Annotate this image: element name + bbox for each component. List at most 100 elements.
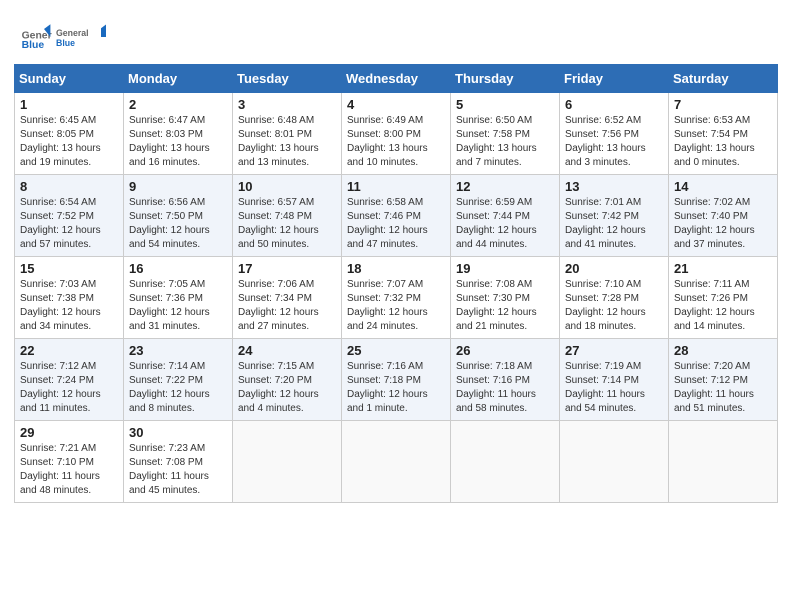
svg-text:Blue: Blue: [56, 38, 75, 48]
day-number: 7: [674, 97, 772, 112]
day-detail: Sunrise: 7:21 AMSunset: 7:10 PMDaylight:…: [20, 442, 118, 498]
calendar-day-cell: 13 Sunrise: 7:01 AMSunset: 7:42 PMDayligh…: [560, 175, 669, 257]
day-number: 3: [238, 97, 336, 112]
day-number: 27: [565, 343, 663, 358]
calendar-day-cell: 24 Sunrise: 7:15 AMSunset: 7:20 PMDayligh…: [233, 339, 342, 421]
calendar-day-cell: 23Sunrise: 7:14 AMSunset: 7:22 PMDayligh…: [124, 339, 233, 421]
day-detail: Sunrise: 7:08 AMSunset: 7:30 PMDaylight:…: [456, 278, 554, 334]
day-detail: Sunrise: 6:45 AMSunset: 8:05 PMDaylight:…: [20, 114, 118, 170]
day-number: 1: [20, 97, 118, 112]
calendar-day-cell: 4Sunrise: 6:49 AMSunset: 8:00 PMDaylight…: [342, 93, 451, 175]
calendar-day-cell: 19 Sunrise: 7:08 AMSunset: 7:30 PMDayligh…: [451, 257, 560, 339]
day-detail: Sunrise: 7:02 AMSunset: 7:40 PMDaylight:…: [674, 196, 772, 252]
day-detail: Sunrise: 7:15 AMSunset: 7:20 PMDaylight:…: [238, 360, 336, 416]
weekday-header-row: SundayMondayTuesdayWednesdayThursdayFrid…: [15, 65, 778, 93]
logo: General Blue General Blue: [20, 18, 106, 56]
day-detail: Sunrise: 6:52 AMSunset: 7:56 PMDaylight:…: [565, 114, 663, 170]
calendar-day-cell: 27 Sunrise: 7:19 AMSunset: 7:14 PMDayligh…: [560, 339, 669, 421]
day-detail: Sunrise: 7:07 AMSunset: 7:32 PMDaylight:…: [347, 278, 445, 334]
calendar-week-row: 8 Sunrise: 6:54 AMSunset: 7:52 PMDaylight…: [15, 175, 778, 257]
day-detail: Sunrise: 6:47 AMSunset: 8:03 PMDaylight:…: [129, 114, 227, 170]
day-number: 6: [565, 97, 663, 112]
calendar-week-row: 22Sunrise: 7:12 AMSunset: 7:24 PMDayligh…: [15, 339, 778, 421]
day-number: 8: [20, 179, 118, 194]
day-number: 5: [456, 97, 554, 112]
svg-text:General: General: [56, 28, 89, 38]
day-detail: Sunrise: 7:10 AMSunset: 7:28 PMDaylight:…: [565, 278, 663, 334]
weekday-header: Wednesday: [342, 65, 451, 93]
day-detail: Sunrise: 6:49 AMSunset: 8:00 PMDaylight:…: [347, 114, 445, 170]
day-detail: Sunrise: 7:05 AMSunset: 7:36 PMDaylight:…: [129, 278, 227, 334]
day-number: 14: [674, 179, 772, 194]
calendar-day-cell: 8 Sunrise: 6:54 AMSunset: 7:52 PMDaylight…: [15, 175, 124, 257]
day-number: 28: [674, 343, 772, 358]
calendar-day-cell: 5 Sunrise: 6:50 AMSunset: 7:58 PMDaylight…: [451, 93, 560, 175]
weekday-header: Sunday: [15, 65, 124, 93]
logo-graphic: General Blue: [56, 18, 106, 56]
day-detail: Sunrise: 7:19 AMSunset: 7:14 PMDaylight:…: [565, 360, 663, 416]
day-detail: Sunrise: 6:57 AMSunset: 7:48 PMDaylight:…: [238, 196, 336, 252]
day-number: 24: [238, 343, 336, 358]
calendar-day-cell: 15 Sunrise: 7:03 AMSunset: 7:38 PMDayligh…: [15, 257, 124, 339]
day-number: 2: [129, 97, 227, 112]
calendar-week-row: 15 Sunrise: 7:03 AMSunset: 7:38 PMDayligh…: [15, 257, 778, 339]
calendar-day-cell: 12Sunrise: 6:59 AMSunset: 7:44 PMDayligh…: [451, 175, 560, 257]
calendar-day-cell: 11Sunrise: 6:58 AMSunset: 7:46 PMDayligh…: [342, 175, 451, 257]
day-detail: Sunrise: 7:01 AMSunset: 7:42 PMDaylight:…: [565, 196, 663, 252]
calendar-day-cell: 25 Sunrise: 7:16 AMSunset: 7:18 PMDayligh…: [342, 339, 451, 421]
calendar-day-cell: 20 Sunrise: 7:10 AMSunset: 7:28 PMDayligh…: [560, 257, 669, 339]
calendar-day-cell: [342, 421, 451, 503]
day-detail: Sunrise: 7:23 AMSunset: 7:08 PMDaylight:…: [129, 442, 227, 498]
calendar-day-cell: [669, 421, 778, 503]
calendar-day-cell: [233, 421, 342, 503]
day-number: 22: [20, 343, 118, 358]
day-detail: Sunrise: 7:14 AMSunset: 7:22 PMDaylight:…: [129, 360, 227, 416]
day-number: 13: [565, 179, 663, 194]
weekday-header: Monday: [124, 65, 233, 93]
calendar-day-cell: 9Sunrise: 6:56 AMSunset: 7:50 PMDaylight…: [124, 175, 233, 257]
day-detail: Sunrise: 6:53 AMSunset: 7:54 PMDaylight:…: [674, 114, 772, 170]
calendar-day-cell: [560, 421, 669, 503]
calendar-day-cell: 1 Sunrise: 6:45 AMSunset: 8:05 PMDaylight…: [15, 93, 124, 175]
calendar-day-cell: 17Sunrise: 7:06 AMSunset: 7:34 PMDayligh…: [233, 257, 342, 339]
calendar-day-cell: 16 Sunrise: 7:05 AMSunset: 7:36 PMDayligh…: [124, 257, 233, 339]
calendar-day-cell: 14 Sunrise: 7:02 AMSunset: 7:40 PMDayligh…: [669, 175, 778, 257]
page-header: General Blue General Blue: [0, 0, 792, 64]
day-number: 20: [565, 261, 663, 276]
calendar-week-row: 1 Sunrise: 6:45 AMSunset: 8:05 PMDaylight…: [15, 93, 778, 175]
day-number: 12: [456, 179, 554, 194]
calendar-day-cell: 7 Sunrise: 6:53 AMSunset: 7:54 PMDaylight…: [669, 93, 778, 175]
day-detail: Sunrise: 6:50 AMSunset: 7:58 PMDaylight:…: [456, 114, 554, 170]
calendar-day-cell: 2 Sunrise: 6:47 AMSunset: 8:03 PMDaylight…: [124, 93, 233, 175]
weekday-header: Saturday: [669, 65, 778, 93]
day-number: 17: [238, 261, 336, 276]
weekday-header: Friday: [560, 65, 669, 93]
day-detail: Sunrise: 7:03 AMSunset: 7:38 PMDaylight:…: [20, 278, 118, 334]
calendar-day-cell: 30 Sunrise: 7:23 AMSunset: 7:08 PMDayligh…: [124, 421, 233, 503]
calendar-day-cell: 21Sunrise: 7:11 AMSunset: 7:26 PMDayligh…: [669, 257, 778, 339]
calendar-day-cell: 26Sunrise: 7:18 AMSunset: 7:16 PMDayligh…: [451, 339, 560, 421]
day-detail: Sunrise: 7:16 AMSunset: 7:18 PMDaylight:…: [347, 360, 445, 416]
weekday-header: Thursday: [451, 65, 560, 93]
day-number: 19: [456, 261, 554, 276]
calendar-week-row: 29 Sunrise: 7:21 AMSunset: 7:10 PMDayligh…: [15, 421, 778, 503]
svg-text:Blue: Blue: [22, 40, 45, 51]
day-number: 25: [347, 343, 445, 358]
day-detail: Sunrise: 6:54 AMSunset: 7:52 PMDaylight:…: [20, 196, 118, 252]
day-number: 10: [238, 179, 336, 194]
calendar-day-cell: 28 Sunrise: 7:20 AMSunset: 7:12 PMDayligh…: [669, 339, 778, 421]
calendar-day-cell: 18 Sunrise: 7:07 AMSunset: 7:32 PMDayligh…: [342, 257, 451, 339]
day-number: 29: [20, 425, 118, 440]
calendar-day-cell: 10 Sunrise: 6:57 AMSunset: 7:48 PMDayligh…: [233, 175, 342, 257]
day-number: 16: [129, 261, 227, 276]
weekday-header: Tuesday: [233, 65, 342, 93]
day-number: 26: [456, 343, 554, 358]
calendar-day-cell: [451, 421, 560, 503]
day-detail: Sunrise: 7:11 AMSunset: 7:26 PMDaylight:…: [674, 278, 772, 334]
day-detail: Sunrise: 6:48 AMSunset: 8:01 PMDaylight:…: [238, 114, 336, 170]
day-number: 18: [347, 261, 445, 276]
day-detail: Sunrise: 6:58 AMSunset: 7:46 PMDaylight:…: [347, 196, 445, 252]
day-detail: Sunrise: 7:20 AMSunset: 7:12 PMDaylight:…: [674, 360, 772, 416]
day-number: 30: [129, 425, 227, 440]
day-number: 15: [20, 261, 118, 276]
